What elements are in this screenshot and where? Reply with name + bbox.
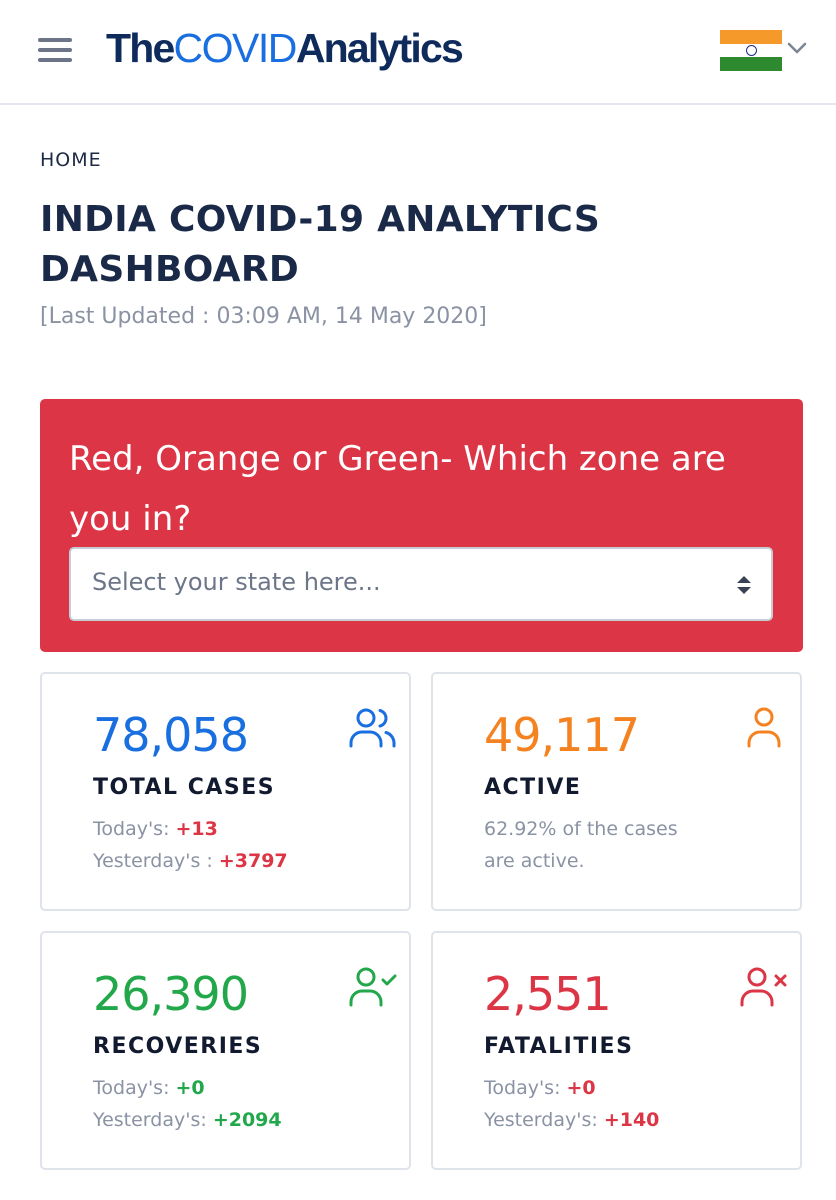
- india-flag-icon[interactable]: [720, 30, 782, 71]
- breadcrumb[interactable]: HOME: [40, 149, 102, 171]
- active-cases-value: 49,117: [484, 708, 640, 762]
- recoveries-yesterday: Yesterday's: +2094: [93, 1109, 282, 1131]
- total-cases-today: Today's: +13: [93, 818, 218, 840]
- user-x-icon: [740, 967, 787, 1007]
- recoveries-today: Today's: +0: [93, 1077, 205, 1099]
- fatalities-today: Today's: +0: [484, 1077, 596, 1099]
- total-cases-value: 78,058: [93, 708, 249, 762]
- state-select[interactable]: Select your state here...: [69, 547, 773, 621]
- users-icon: [349, 708, 396, 748]
- fatalities-label: FATALITIES: [484, 1034, 634, 1059]
- select-sort-arrows-icon: [737, 576, 751, 594]
- brand-logo[interactable]: TheCOVIDAnalytics: [106, 22, 464, 74]
- chevron-down-icon[interactable]: [786, 40, 808, 56]
- total-cases-label: TOTAL CASES: [93, 775, 276, 800]
- user-check-icon: [349, 967, 397, 1007]
- recoveries-value: 26,390: [93, 967, 249, 1021]
- user-icon: [747, 707, 781, 748]
- brand-part-analytics: Analytics: [295, 25, 464, 71]
- state-select-placeholder: Select your state here...: [92, 568, 381, 596]
- recoveries-label: RECOVERIES: [93, 1034, 263, 1059]
- total-cases-yesterday: Yesterday's : +3797: [93, 850, 288, 872]
- last-updated-text: [Last Updated : 03:09 AM, 14 May 2020]: [40, 304, 487, 329]
- page-title: INDIA COVID-19 ANALYTICS DASHBOARD: [40, 199, 601, 290]
- zone-banner: Red, Orange or Green- Which zone are you…: [40, 399, 803, 652]
- fatalities-value: 2,551: [484, 967, 612, 1021]
- brand-part-covid: COVID: [173, 25, 298, 71]
- active-cases-note-2: are active.: [484, 850, 585, 872]
- brand-part-the: The: [106, 25, 175, 71]
- active-cases-label: ACTIVE: [484, 775, 582, 800]
- total-cases-card: 78,058 TOTAL CASES Today's: +13 Yesterda…: [40, 672, 411, 911]
- top-navbar: TheCOVIDAnalytics: [0, 0, 836, 105]
- fatalities-yesterday: Yesterday's: +140: [484, 1109, 660, 1131]
- active-cases-card: 49,117 ACTIVE 62.92% of the cases are ac…: [431, 672, 802, 911]
- hamburger-menu-icon[interactable]: [38, 38, 74, 64]
- recoveries-card: 26,390 RECOVERIES Today's: +0 Yesterday'…: [40, 931, 411, 1170]
- active-cases-note: 62.92% of the cases: [484, 818, 678, 840]
- zone-title: Red, Orange or Green- Which zone are you…: [69, 439, 726, 539]
- fatalities-card: 2,551 FATALITIES Today's: +0 Yesterday's…: [431, 931, 802, 1170]
